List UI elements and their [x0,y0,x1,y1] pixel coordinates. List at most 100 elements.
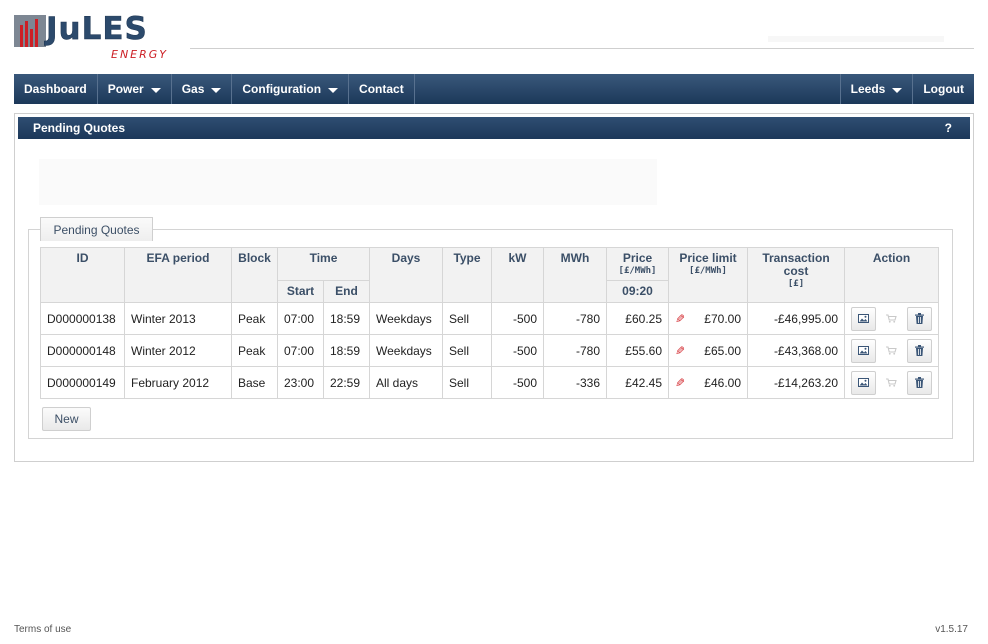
col-header-price-limit[interactable]: Price limit [£/MWh] [668,247,748,303]
cart-button-disabled [879,339,904,363]
cell-actions [844,302,939,335]
col-header-efa-period[interactable]: EFA period [124,247,232,303]
cell-kw: -500 [491,302,544,335]
cell-price: £55.60 [606,334,669,367]
nav-label: Power [107,82,144,96]
pending-quotes-panel: Pending Quotes ? Pending Quotes ID EFA p… [14,113,974,462]
col-header-mwh[interactable]: MWh [543,247,607,303]
transaction-cost-unit: [£] [787,279,805,289]
table-row: D000000149 February 2012 Base 23:00 22:59 All… [40,366,939,399]
cell-transaction-cost: -£43,368.00 [747,334,845,367]
trash-icon [915,377,924,388]
price-unit: [£/MWh] [618,266,657,276]
cell-start: 07:00 [277,334,324,367]
cell-days: All days [369,366,443,399]
col-header-end[interactable]: End [323,280,370,303]
nav-label: Gas [181,82,205,96]
nav-contact[interactable]: Contact [349,74,415,104]
logo: JuLES ENERGY [14,11,194,61]
help-button[interactable]: ? [945,121,952,135]
cell-price: £42.45 [606,366,669,399]
cell-end: 18:59 [323,302,370,335]
quotes-table-body: D000000138 Winter 2013 Peak 07:00 18:59 Weekd… [40,302,939,399]
col-header-block[interactable]: Block [231,247,278,303]
action-buttons [848,370,935,395]
cell-type: Sell [442,302,492,335]
nav-power[interactable]: Power [98,74,172,104]
image-icon [858,378,869,387]
view-button[interactable] [851,370,876,395]
image-icon [858,314,869,323]
transaction-cost-label: Transaction cost [762,251,830,278]
cell-price-limit: ✎ £46.00 [668,366,748,399]
header-placeholder [768,36,944,42]
cell-days: Weekdays [369,302,443,335]
cell-price-limit: ✎ £70.00 [668,302,748,335]
pencil-icon[interactable]: ✎ [675,312,685,326]
cell-price-limit: ✎ £65.00 [668,334,748,367]
new-quote-button[interactable]: New [42,407,91,431]
cell-type: Sell [442,366,492,399]
col-header-id[interactable]: ID [40,247,125,303]
col-header-start[interactable]: Start [277,280,324,303]
cart-button-disabled [879,307,904,331]
nav-configuration[interactable]: Configuration [232,74,350,104]
action-buttons [848,306,935,331]
price-limit-wrap: ✎ £70.00 [675,312,741,326]
price-label: Price [622,251,653,265]
trash-icon [915,345,924,356]
main-navbar: Dashboard Power Gas Configuration Contac… [14,74,974,104]
trash-icon [915,313,924,324]
cell-days: Weekdays [369,334,443,367]
col-header-type[interactable]: Type [442,247,492,303]
col-header-transaction-cost[interactable]: Transaction cost [£] [747,247,845,303]
cell-efa-period: Winter 2012 [124,334,232,367]
delete-button[interactable] [907,338,932,363]
delete-button[interactable] [907,306,932,331]
caret-down-icon [211,87,222,93]
nav-label: Configuration [242,82,322,96]
action-buttons [848,338,935,363]
nav-logout[interactable]: Logout [912,74,974,104]
col-header-days[interactable]: Days [369,247,443,303]
nav-gas[interactable]: Gas [172,74,233,104]
header-divider [190,48,974,49]
nav-dashboard[interactable]: Dashboard [14,74,98,104]
caret-down-icon [892,87,903,93]
cell-price: £60.25 [606,302,669,335]
col-header-price[interactable]: Price [£/MWh] [606,247,669,281]
pencil-icon[interactable]: ✎ [675,344,685,358]
nav-label: Dashboard [24,82,87,96]
pencil-icon[interactable]: ✎ [675,376,685,390]
cell-efa-period: Winter 2013 [124,302,232,335]
cell-mwh: -780 [543,302,607,335]
price-limit-value: £65.00 [704,343,741,358]
quotes-table: ID EFA period Block Time Days Type kW MW… [40,247,939,399]
cell-block: Peak [231,334,278,367]
panel-title: Pending Quotes [33,121,126,135]
delete-button[interactable] [907,370,932,395]
cell-kw: -500 [491,366,544,399]
cell-start: 07:00 [277,302,324,335]
cell-efa-period: February 2012 [124,366,232,399]
table-row: D000000148 Winter 2012 Peak 07:00 18:59 Weekd… [40,334,939,367]
terms-of-use-link[interactable]: Terms of use [14,624,71,635]
cart-icon [886,378,897,387]
nav-location-leeds[interactable]: Leeds [839,74,913,104]
cell-block: Peak [231,302,278,335]
nav-label: Logout [923,82,964,96]
nav-label: Leeds [850,82,886,96]
view-button[interactable] [851,338,876,363]
tab-pending-quotes[interactable]: Pending Quotes [40,217,153,241]
cell-block: Base [231,366,278,399]
cell-actions [844,366,939,399]
version-label: v1.5.17 [935,624,968,635]
view-button[interactable] [851,306,876,331]
nav-label: Contact [359,82,404,96]
logo-wordmark: JuLES [46,11,148,48]
col-header-kw[interactable]: kW [491,247,544,303]
cell-mwh: -336 [543,366,607,399]
table-row: D000000138 Winter 2013 Peak 07:00 18:59 Weekd… [40,302,939,335]
cell-end: 18:59 [323,334,370,367]
